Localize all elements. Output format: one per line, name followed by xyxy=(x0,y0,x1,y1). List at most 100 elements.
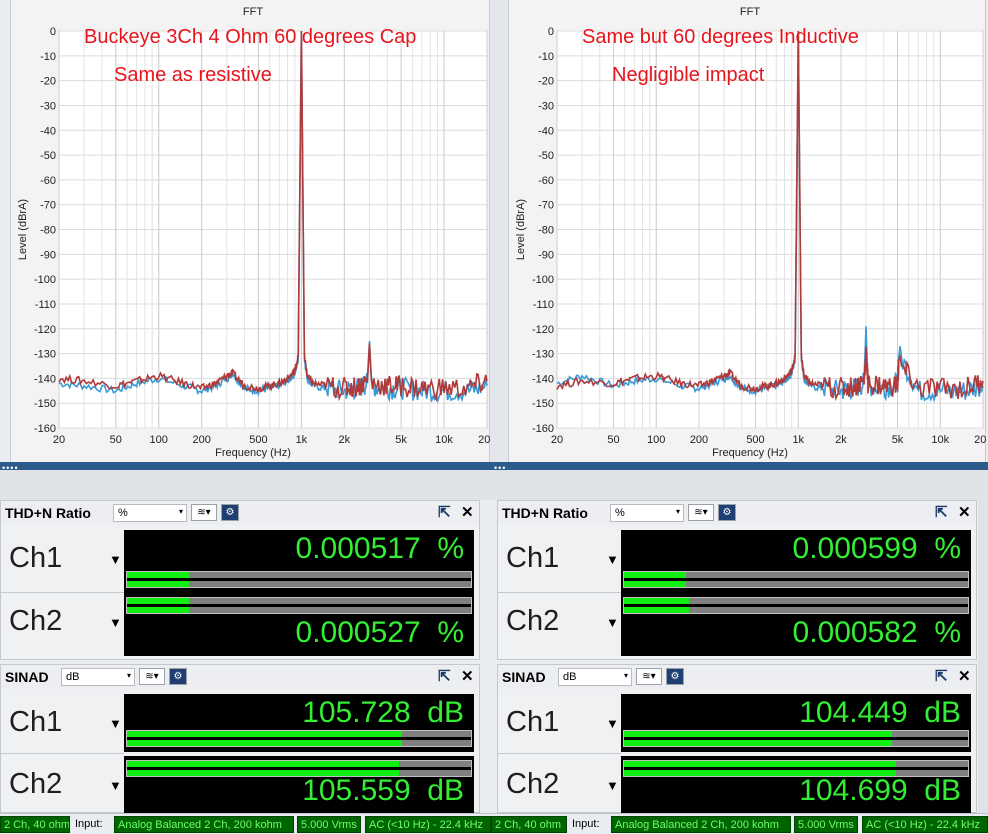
unit-select[interactable]: dB ▾ xyxy=(558,668,632,686)
close-icon[interactable]: ✕ xyxy=(461,503,474,521)
left-fft-xtick-label: 10k xyxy=(435,434,453,446)
channel-separator xyxy=(1,753,124,754)
right-fft-annotation-2: Negligible impact xyxy=(612,64,765,86)
graph-options-icon[interactable]: ≋▾ xyxy=(139,668,165,685)
filter-config-left[interactable]: AC (<10 Hz) - 22.4 kHz xyxy=(365,816,491,833)
ch2-dropdown-icon[interactable]: ▼ xyxy=(606,778,619,793)
ch2-value: 0.000527 % xyxy=(295,616,464,649)
left-fft-ytick-label: -30 xyxy=(40,100,56,112)
right-scroll-track[interactable] xyxy=(978,470,988,813)
ch2-level-marker xyxy=(624,604,968,607)
ch1-label: Ch1 xyxy=(506,542,560,574)
input-level-right[interactable]: 5.000 Vrms xyxy=(794,816,858,833)
right-fft-chart[interactable]: 0 -10 -20 -30 -40 -50 -60 -70 -80 -90 -100 -110 -120… xyxy=(509,0,987,462)
filter-config-right[interactable]: AC (<10 Hz) - 22.4 kHz xyxy=(862,816,988,833)
output-config-right[interactable]: 2 Ch, 40 ohm xyxy=(491,816,567,833)
left-fft-ytick-label: -110 xyxy=(35,299,56,311)
ch2-readout: 104.699 dB xyxy=(621,756,971,814)
close-icon[interactable]: ✕ xyxy=(958,503,971,521)
right-fft-xtick-label: 50 xyxy=(607,434,619,446)
channel-separator xyxy=(498,592,621,593)
gear-icon[interactable]: ⚙ xyxy=(221,504,239,521)
ch2-readout: 105.559 dB xyxy=(124,756,474,814)
close-icon[interactable]: ✕ xyxy=(958,667,971,685)
right-fft-ytick-label: -150 xyxy=(532,398,554,410)
left-fft-chart[interactable]: 0 -10 -20 -30 -40 -50 -60 -70 -80 -90 -100 -110 -120… xyxy=(11,0,491,462)
pane-divider[interactable] xyxy=(490,0,508,462)
right-fft-xtick-label: 100 xyxy=(647,434,665,446)
popout-icon[interactable]: ⇱ xyxy=(935,667,948,685)
ch1-level-marker xyxy=(624,578,968,581)
unit-select[interactable]: % ▾ xyxy=(113,504,187,522)
right-fft-xtick-label: 10k xyxy=(931,434,949,446)
ch1-readout: 0.000517 % xyxy=(124,530,474,593)
right-fft-ytick-label: 0 xyxy=(548,26,554,38)
unit-select[interactable]: dB ▾ xyxy=(61,668,135,686)
input-label-right: Input: xyxy=(572,818,600,830)
ch2-level-bar xyxy=(623,760,969,777)
left-fft-xtick-label: 2k xyxy=(339,434,351,446)
right-fft-ytick-label: -120 xyxy=(532,324,554,336)
popout-icon[interactable]: ⇱ xyxy=(438,667,451,685)
right-fft-xtick-label: 20 xyxy=(551,434,563,446)
popout-icon[interactable]: ⇱ xyxy=(438,503,451,521)
close-icon[interactable]: ✕ xyxy=(461,667,474,685)
popout-icon[interactable]: ⇱ xyxy=(935,503,948,521)
graph-options-icon[interactable]: ≋▾ xyxy=(636,668,662,685)
right-fft-title: FFT xyxy=(740,6,760,18)
input-config-left[interactable]: Analog Balanced 2 Ch, 200 kohm xyxy=(114,816,294,833)
sinad-meter-right: SINAD dB ▾ ≋▾ ⚙ ⇱ ✕ Ch1 ▼ 104.449 dB Ch2 ▼ 104.699 d… xyxy=(497,664,977,814)
right-fft-ytick-label: -140 xyxy=(532,373,554,385)
right-fft-xtick-label: 2k xyxy=(835,434,847,446)
left-fft-panel: 0 -10 -20 -30 -40 -50 -60 -70 -80 -90 -100 -110 -120… xyxy=(10,0,491,462)
left-fft-xtick-label: 50 xyxy=(110,434,122,446)
left-fft-annotation-1: Buckeye 3Ch 4 Ohm 60 degrees Cap xyxy=(84,26,416,48)
right-fft-xtick-label: 500 xyxy=(746,434,764,446)
left-fft-annotation-2: Same as resistive xyxy=(114,64,272,86)
ch2-label: Ch2 xyxy=(9,768,63,800)
chevron-down-icon: ▾ xyxy=(623,671,628,680)
unit-select[interactable]: % ▾ xyxy=(610,504,684,522)
ch2-level-bar xyxy=(623,597,969,614)
ch1-readout: 0.000599 % xyxy=(621,530,971,593)
graph-options-icon[interactable]: ≋▾ xyxy=(191,504,217,521)
ch2-readout: 0.000527 % xyxy=(124,593,474,656)
right-fft-xtick-label: 5k xyxy=(892,434,904,446)
sinad-meter-left: SINAD dB ▾ ≋▾ ⚙ ⇱ ✕ Ch1 ▼ 105.728 dB Ch2 ▼ 105.559 d… xyxy=(0,664,480,814)
thdn-meter-left: THD+N Ratio% ▾ ≋▾ ⚙ ⇱ ✕ Ch1 ▼ 0.000517 % Ch2 ▼ 0.00… xyxy=(0,500,480,660)
ch1-dropdown-icon[interactable]: ▼ xyxy=(109,716,122,731)
ch1-dropdown-icon[interactable]: ▼ xyxy=(606,716,619,731)
ch2-dropdown-icon[interactable]: ▼ xyxy=(109,778,122,793)
right-fft-xlabel: Frequency (Hz) xyxy=(712,447,788,459)
ch1-dropdown-icon[interactable]: ▼ xyxy=(606,552,619,567)
ch2-value: 105.559 dB xyxy=(302,774,464,807)
left-fft-ytick-label: -130 xyxy=(34,349,56,361)
ch1-dropdown-icon[interactable]: ▼ xyxy=(109,552,122,567)
left-fft-xtick-label: 20 xyxy=(53,434,65,446)
ch2-value: 104.699 dB xyxy=(799,774,961,807)
gear-icon[interactable]: ⚙ xyxy=(718,504,736,521)
left-fft-ytick-label: -100 xyxy=(34,274,56,286)
ch2-dropdown-icon[interactable]: ▼ xyxy=(606,615,619,630)
meter-title: SINAD xyxy=(502,669,546,685)
graph-options-icon[interactable]: ≋▾ xyxy=(688,504,714,521)
input-level-left[interactable]: 5.000 Vrms xyxy=(297,816,361,833)
left-fft-ytick-label: -120 xyxy=(34,324,56,336)
ch2-dropdown-icon[interactable]: ▼ xyxy=(109,615,122,630)
right-fft-xtick-label: 20k xyxy=(974,434,987,446)
input-label-left: Input: xyxy=(75,818,103,830)
ch1-level-bar xyxy=(623,571,969,588)
right-fft-ytick-label: -20 xyxy=(538,76,554,88)
right-fft-ytick-label: -70 xyxy=(538,200,554,212)
gear-icon[interactable]: ⚙ xyxy=(666,668,684,685)
ch1-label: Ch1 xyxy=(9,706,63,738)
input-config-right[interactable]: Analog Balanced 2 Ch, 200 kohm xyxy=(611,816,791,833)
output-config-left[interactable]: 2 Ch, 40 ohm xyxy=(0,816,70,833)
gear-icon[interactable]: ⚙ xyxy=(169,668,187,685)
ch1-label: Ch1 xyxy=(506,706,560,738)
left-fft-title: FFT xyxy=(243,6,263,18)
right-fft-ytick-label: -60 xyxy=(538,175,554,187)
ch2-readout: 0.000582 % xyxy=(621,593,971,656)
meter-header: SINAD dB ▾ ≋▾ ⚙ ⇱ ✕ xyxy=(498,665,976,689)
left-fft-ytick-label: -10 xyxy=(40,51,56,63)
